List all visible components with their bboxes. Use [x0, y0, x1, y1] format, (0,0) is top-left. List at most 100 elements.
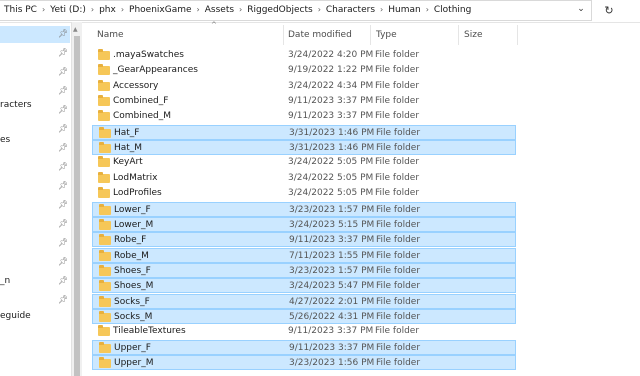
- file-row[interactable]: Shoes_F 3/23/2023 1:57 PM File folder: [92, 262, 516, 278]
- pin-icon[interactable]: 📌︎: [58, 200, 68, 209]
- folder-icon: [99, 218, 111, 230]
- file-date-modified: 3/23/2023 1:57 PM: [289, 204, 375, 215]
- breadcrumb-separator-icon[interactable]: ›: [318, 5, 321, 14]
- breadcrumb-separator-icon[interactable]: ›: [426, 5, 429, 14]
- pin-icon[interactable]: 📌︎: [58, 86, 68, 95]
- file-row[interactable]: Hat_F 3/31/2023 1:46 PM File folder: [92, 124, 516, 140]
- file-name: Combined_M: [113, 111, 171, 122]
- breadcrumb-item[interactable]: Characters: [326, 5, 375, 15]
- file-type: File folder: [375, 172, 420, 183]
- file-date-modified: 3/24/2022 5:05 PM: [288, 188, 374, 199]
- refresh-icon[interactable]: ↻: [598, 1, 620, 20]
- pin-icon[interactable]: 📌︎: [58, 124, 68, 133]
- chevron-down-icon[interactable]: ⌄: [573, 4, 589, 18]
- pin-icon[interactable]: 📌︎: [58, 181, 68, 190]
- pin-icon[interactable]: 📌︎: [58, 162, 68, 171]
- file-row[interactable]: Socks_M 5/26/2022 4:31 PM File folder: [92, 308, 516, 324]
- pin-icon[interactable]: 📌︎: [58, 257, 68, 266]
- breadcrumb-separator-icon[interactable]: ›: [42, 5, 45, 14]
- file-row[interactable]: _GearAppearances 9/19/2022 1:22 PM File fo…: [92, 63, 516, 78]
- column-header-date[interactable]: Date modified: [288, 27, 368, 43]
- folder-icon: [98, 187, 110, 199]
- file-type: File folder: [376, 281, 421, 292]
- breadcrumb-item[interactable]: RiggedObjects: [247, 5, 312, 15]
- file-name: Shoes_F: [114, 265, 151, 276]
- folder-icon: [98, 110, 110, 122]
- breadcrumb: This PC › Yeti (D:) › phx › PhoenixGame › Assets…: [4, 5, 471, 15]
- file-row[interactable]: Combined_F 9/11/2023 3:37 PM File folder: [92, 94, 516, 109]
- file-row[interactable]: Hat_M 3/31/2023 1:46 PM File folder: [92, 140, 516, 156]
- file-type: File folder: [376, 219, 421, 230]
- column-divider[interactable]: [370, 25, 371, 45]
- file-name: Robe_M: [114, 250, 149, 261]
- pin-icon[interactable]: 📌︎: [58, 105, 68, 114]
- file-row[interactable]: Socks_F 4/27/2022 2:01 PM File folder: [92, 293, 516, 309]
- breadcrumb-separator-icon[interactable]: ›: [121, 5, 124, 14]
- address-bar[interactable]: This PC › Yeti (D:) › phx › PhoenixGame › Assets…: [0, 0, 592, 21]
- scrollbar-thumb[interactable]: [74, 36, 80, 376]
- file-row[interactable]: Robe_F 9/11/2023 3:37 PM File folder: [92, 232, 516, 248]
- file-date-modified: 9/11/2023 3:37 PM: [289, 342, 375, 353]
- column-divider[interactable]: [517, 25, 518, 45]
- sidebar-item-label[interactable]: n_: [0, 276, 44, 286]
- content-scrollbar[interactable]: [631, 22, 640, 376]
- file-row[interactable]: Accessory 3/24/2022 4:34 PM File folder: [92, 79, 516, 94]
- file-type: File folder: [376, 250, 421, 261]
- file-row[interactable]: Shoes_M 3/24/2023 5:47 PM File folder: [92, 278, 516, 294]
- file-name: Combined_F: [113, 96, 169, 107]
- file-type: File folder: [376, 127, 421, 138]
- file-row[interactable]: TileableTextures 9/11/2023 3:37 PM File fo…: [92, 324, 516, 339]
- pin-icon[interactable]: 📌︎: [58, 238, 68, 247]
- file-date-modified: 3/23/2023 1:57 PM: [289, 265, 375, 276]
- sidebar-item-label[interactable]: eguide: [0, 311, 44, 321]
- breadcrumb-item[interactable]: Human: [388, 5, 420, 15]
- file-row[interactable]: Lower_M 3/24/2023 5:15 PM File folder: [92, 216, 516, 232]
- navigation-pane: 📌︎ 📌︎ 📌︎ 📌︎ 📌︎ 📌︎ 📌︎ 📌︎ 📌︎ 📌︎ 📌︎ 📌︎ 📌︎ 📌…: [0, 22, 82, 376]
- pin-icon[interactable]: 📌︎: [58, 29, 68, 38]
- breadcrumb-item[interactable]: Yeti (D:): [50, 5, 86, 15]
- pin-icon[interactable]: 📌︎: [58, 67, 68, 76]
- breadcrumb-item[interactable]: This PC: [4, 5, 37, 15]
- sidebar-scrollbar[interactable]: ▲: [71, 22, 82, 376]
- breadcrumb-item[interactable]: Clothing: [434, 5, 471, 15]
- breadcrumb-item[interactable]: Assets: [205, 5, 234, 15]
- sidebar-item-label[interactable]: es: [0, 135, 44, 145]
- column-divider[interactable]: [283, 25, 284, 45]
- file-row[interactable]: LodMatrix 3/24/2022 5:05 PM File folder: [92, 171, 516, 186]
- file-row[interactable]: Lower_F 3/23/2023 1:57 PM File folder: [92, 201, 516, 217]
- file-date-modified: 3/24/2023 5:15 PM: [289, 219, 375, 230]
- breadcrumb-item[interactable]: PhoenixGame: [129, 5, 192, 15]
- file-name: Shoes_M: [114, 281, 154, 292]
- file-row[interactable]: Upper_M 3/23/2023 1:56 PM File folder: [92, 355, 516, 370]
- file-row[interactable]: Robe_M 7/11/2023 1:55 PM File folder: [92, 247, 516, 263]
- pin-icon[interactable]: 📌︎: [58, 143, 68, 152]
- scroll-up-icon[interactable]: ▲: [73, 26, 78, 33]
- file-row[interactable]: .mayaSwatches 3/24/2022 4:20 PM File folde…: [92, 48, 516, 63]
- file-type: File folder: [375, 80, 420, 91]
- breadcrumb-separator-icon[interactable]: ›: [91, 5, 94, 14]
- folder-icon: [99, 357, 111, 368]
- breadcrumb-separator-icon[interactable]: ›: [239, 5, 242, 14]
- column-header-type[interactable]: Type: [376, 27, 456, 43]
- file-row[interactable]: KeyArt 3/24/2022 5:05 PM File folder: [92, 155, 516, 170]
- file-row[interactable]: Upper_F 9/11/2023 3:37 PM File folder: [92, 339, 516, 355]
- breadcrumb-item[interactable]: phx: [99, 5, 116, 15]
- file-name: Robe_F: [114, 235, 147, 246]
- file-type: File folder: [375, 111, 420, 122]
- file-row[interactable]: LodProfiles 3/24/2022 5:05 PM File folder: [92, 186, 516, 201]
- sidebar-item-label[interactable]: racters: [0, 100, 44, 110]
- column-header-size[interactable]: Size: [464, 27, 514, 43]
- folder-icon: [99, 295, 111, 307]
- pin-icon[interactable]: 📌︎: [58, 276, 68, 285]
- folder-icon: [99, 341, 111, 353]
- file-type: File folder: [376, 265, 421, 276]
- column-divider[interactable]: [458, 25, 459, 45]
- file-row[interactable]: Combined_M 9/11/2023 3:37 PM File folder: [92, 109, 516, 124]
- pin-icon[interactable]: 📌︎: [58, 295, 68, 304]
- breadcrumb-separator-icon[interactable]: ›: [197, 5, 200, 14]
- file-date-modified: 3/31/2023 1:46 PM: [289, 127, 375, 138]
- pin-icon[interactable]: 📌︎: [58, 219, 68, 228]
- column-header-name[interactable]: Name: [97, 27, 282, 43]
- pin-icon[interactable]: 📌︎: [58, 48, 68, 57]
- breadcrumb-separator-icon[interactable]: ›: [380, 5, 383, 14]
